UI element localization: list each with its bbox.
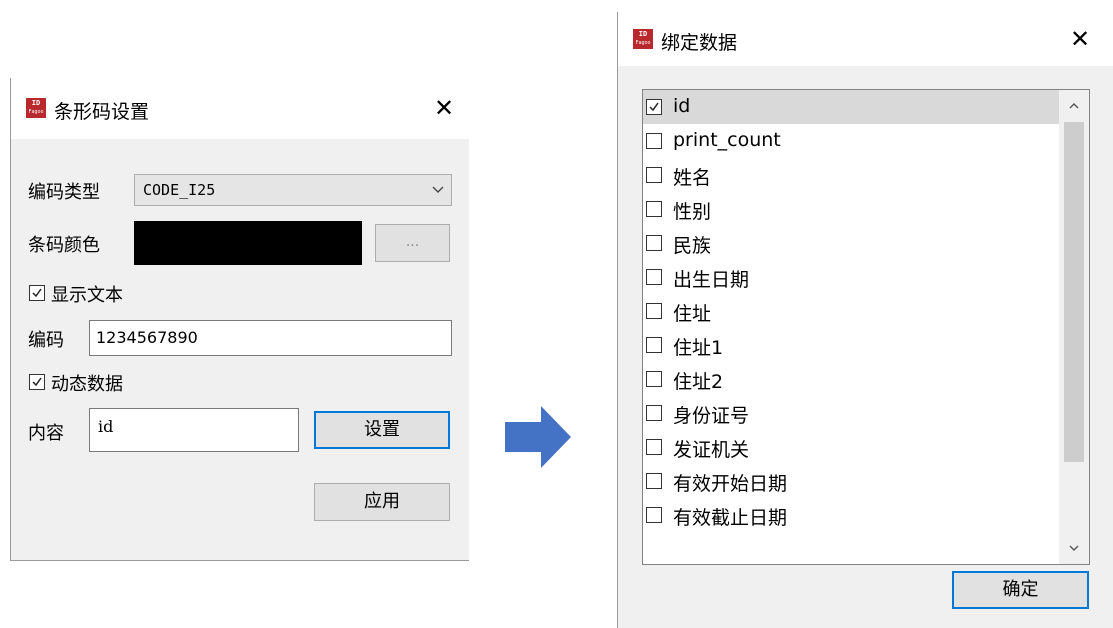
checkmark-icon [649,102,659,112]
item-checkbox[interactable] [646,439,662,455]
chevron-down-icon[interactable] [1068,542,1080,554]
encoding-type-value: CODE_I25 [143,181,216,199]
checkmark-icon [32,377,42,387]
item-checkbox[interactable] [646,235,662,251]
item-checkbox[interactable] [646,167,662,183]
settings-button[interactable]: 设置 [314,411,450,449]
close-icon[interactable]: ✕ [434,96,454,120]
code-input[interactable]: 1234567890 [89,320,452,356]
checkmark-icon [32,288,42,298]
item-checkbox[interactable] [646,371,662,387]
list-item[interactable]: 出生日期 [643,260,1059,294]
list-item[interactable]: 性别 [643,192,1059,226]
show-text-label: 显示文本 [51,285,123,306]
list-item[interactable]: 住址2 [643,362,1059,396]
item-label: 发证机关 [673,439,750,461]
item-checkbox[interactable] [646,99,662,115]
chevron-down-icon [432,186,444,193]
barcode-settings-dialog: ID Fagoo 条形码设置 ✕ 编码类型 CODE_I25 条码颜色 ... 显… [10,78,469,561]
list-item[interactable]: 有效截止日期 [643,498,1059,532]
item-label: 姓名 [673,167,712,189]
list-item[interactable]: 姓名 [643,158,1059,192]
scrollbar-thumb[interactable] [1064,122,1084,462]
encoding-type-select[interactable]: CODE_I25 [134,174,452,206]
bind-data-dialog: ID Fagoo 绑定数据 ✕ id print_count 姓名性别民族出生日期住址… [617,12,1113,628]
app-logo-icon: ID Fagoo [26,98,46,118]
encoding-type-label: 编码类型 [28,182,100,203]
vertical-scrollbar[interactable] [1059,90,1089,564]
item-checkbox[interactable] [646,473,662,489]
title-bar: ID Fagoo 绑定数据 ✕ [618,12,1113,66]
item-label: 民族 [673,235,712,257]
list-item[interactable]: id [643,90,1059,124]
dynamic-data-checkbox[interactable] [29,374,45,390]
dialog-title: 绑定数据 [661,32,738,54]
item-label: print_count [673,129,781,151]
app-logo-icon: ID Fagoo [633,29,653,49]
content-label: 内容 [28,423,64,444]
field-list[interactable]: id print_count 姓名性别民族出生日期住址住址1 住址2 身份证号发证机关有… [642,89,1090,565]
list-item[interactable]: print_count [643,124,1059,158]
code-value: 1234567890 [96,328,198,347]
list-item[interactable]: 身份证号 [643,396,1059,430]
list-item[interactable]: 住址1 [643,328,1059,362]
item-label: 有效截止日期 [673,507,788,529]
title-bar: ID Fagoo 条形码设置 ✕ [11,78,469,139]
code-label: 编码 [28,330,64,351]
item-label: 有效开始日期 [673,473,788,495]
color-browse-button[interactable]: ... [375,224,450,262]
item-checkbox[interactable] [646,303,662,319]
item-checkbox[interactable] [646,405,662,421]
barcode-color-swatch[interactable] [134,221,362,265]
show-text-checkbox[interactable] [29,285,45,301]
right-arrow-icon [505,406,571,468]
item-label: 身份证号 [673,405,750,427]
list-item[interactable]: 住址 [643,294,1059,328]
list-item[interactable]: 民族 [643,226,1059,260]
close-icon[interactable]: ✕ [1070,27,1090,51]
chevron-up-icon[interactable] [1068,100,1080,112]
item-checkbox[interactable] [646,337,662,353]
apply-button[interactable]: 应用 [314,483,450,521]
item-checkbox[interactable] [646,269,662,285]
item-label: 住址 [673,303,712,325]
item-checkbox[interactable] [646,201,662,217]
item-label: 性别 [673,201,712,223]
item-label: 住址1 [673,337,724,359]
item-label: 住址2 [673,371,724,393]
item-checkbox[interactable] [646,133,662,149]
confirm-button[interactable]: 确定 [952,571,1089,609]
content-input[interactable]: id [89,408,299,452]
item-checkbox[interactable] [646,507,662,523]
item-label: id [673,95,691,117]
item-label: 出生日期 [673,269,750,291]
dialog-title: 条形码设置 [54,101,150,123]
list-item[interactable]: 有效开始日期 [643,464,1059,498]
dynamic-data-label: 动态数据 [51,374,123,395]
content-value: id [98,417,114,436]
list-item[interactable]: 发证机关 [643,430,1059,464]
barcode-color-label: 条码颜色 [28,235,100,256]
